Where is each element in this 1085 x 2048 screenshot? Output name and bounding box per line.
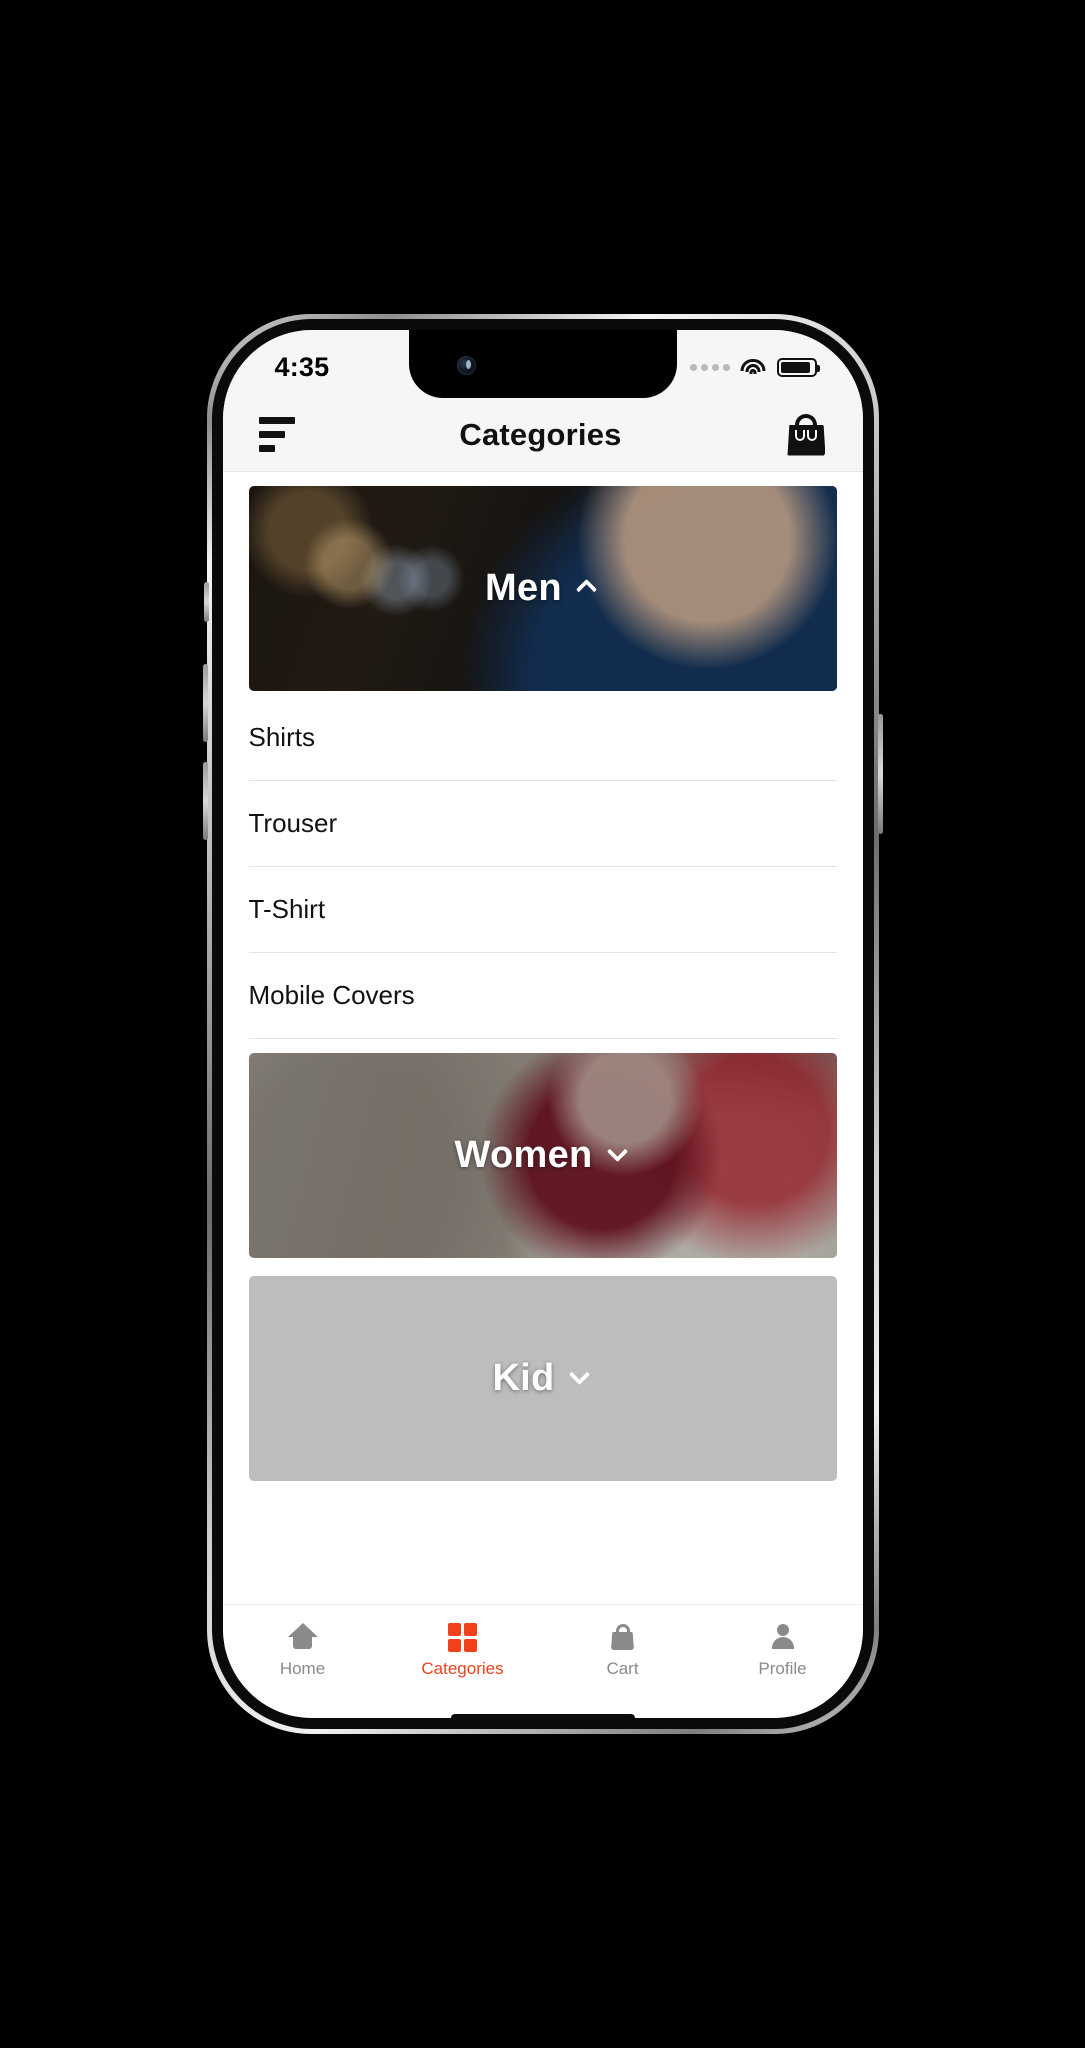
- screenshot-stage: 4:35 Categories Men Shirts Trouser T-Shi…: [0, 0, 1085, 2048]
- home-indicator-area: [222, 1697, 863, 1718]
- tab-profile[interactable]: Profile: [703, 1623, 863, 1679]
- category-banner-women[interactable]: Women: [248, 1053, 837, 1258]
- tab-cart[interactable]: Cart: [543, 1623, 703, 1679]
- list-item[interactable]: Mobile Covers: [248, 953, 837, 1039]
- tab-label: Cart: [606, 1659, 639, 1678]
- tab-categories[interactable]: Categories: [383, 1623, 543, 1679]
- phone-device-frame: 4:35 Categories Men Shirts Trouser T-Shi…: [202, 314, 883, 1734]
- signal-dots-icon: [689, 363, 730, 371]
- front-camera-icon: [456, 356, 476, 375]
- wifi-icon: [740, 358, 766, 377]
- phone-bezel: 4:35 Categories Men Shirts Trouser T-Shi…: [211, 319, 874, 1729]
- volume-up-button[interactable]: [202, 664, 208, 742]
- shopping-bag-icon[interactable]: [786, 413, 826, 456]
- tab-label: Profile: [758, 1659, 807, 1678]
- tab-label: Categories: [421, 1659, 504, 1678]
- category-banner-caption: Men: [249, 486, 837, 691]
- home-indicator[interactable]: [450, 1714, 635, 1718]
- category-banner-men[interactable]: Men: [248, 486, 837, 691]
- bottom-tab-bar: Home Categories Cart Profile: [222, 1604, 863, 1697]
- shopping-bag-icon: [608, 1623, 637, 1652]
- tab-label: Home: [279, 1659, 326, 1678]
- tab-home[interactable]: Home: [223, 1623, 383, 1679]
- status-bar-indicators: [689, 357, 820, 377]
- list-item[interactable]: T-Shirt: [248, 867, 837, 953]
- category-banner-kid[interactable]: Kid: [248, 1276, 837, 1481]
- hamburger-menu-icon[interactable]: [258, 417, 295, 452]
- chevron-up-icon[interactable]: [575, 578, 600, 600]
- home-icon: [287, 1623, 318, 1652]
- notch: [408, 330, 677, 398]
- page-title: Categories: [459, 416, 622, 452]
- chevron-down-icon[interactable]: [606, 1140, 631, 1167]
- category-label-kid: Kid: [492, 1357, 555, 1399]
- categories-list[interactable]: Men Shirts Trouser T-Shirt Mobile Covers: [222, 472, 863, 1604]
- power-button[interactable]: [877, 714, 883, 834]
- app-header: Categories: [222, 398, 863, 472]
- grid-icon: [448, 1623, 477, 1652]
- user-icon: [768, 1623, 797, 1652]
- category-banner-caption: Kid: [249, 1276, 837, 1481]
- volume-down-button[interactable]: [202, 762, 208, 840]
- category-label-women: Women: [454, 1134, 593, 1176]
- category-banner-caption: Women: [249, 1053, 837, 1258]
- list-item[interactable]: Trouser: [248, 781, 837, 867]
- category-label-men: Men: [485, 567, 562, 609]
- subcategory-list-men: Shirts Trouser T-Shirt Mobile Covers: [248, 695, 837, 1039]
- battery-icon: [776, 357, 820, 377]
- silent-switch[interactable]: [203, 582, 209, 622]
- status-bar-time: 4:35: [274, 351, 330, 382]
- list-item[interactable]: Shirts: [248, 695, 837, 781]
- content-top-spacer: [249, 472, 837, 486]
- phone-screen: 4:35 Categories Men Shirts Trouser T-Shi…: [222, 330, 863, 1718]
- chevron-down-icon[interactable]: [568, 1363, 593, 1390]
